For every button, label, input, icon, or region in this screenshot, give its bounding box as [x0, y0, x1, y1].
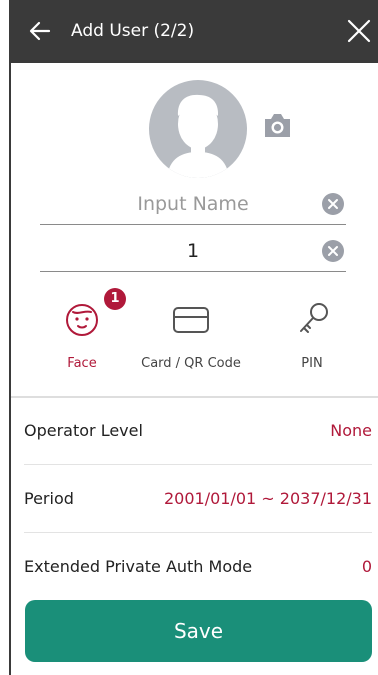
setting-row-period[interactable]: Period 2001/01/01 ~ 2037/12/31 [24, 465, 372, 533]
setting-label: Operator Level [24, 421, 143, 440]
window-frame-edge [9, 0, 11, 675]
user-avatar-icon[interactable] [149, 80, 247, 178]
close-icon [347, 19, 371, 43]
card-icon [173, 307, 209, 333]
setting-label: Period [24, 489, 74, 508]
close-button[interactable] [346, 18, 372, 44]
auth-method-label: PIN [301, 356, 323, 371]
page-title: Add User (2/2) [71, 21, 195, 41]
back-button[interactable] [28, 19, 52, 43]
auth-method-label: Face [67, 356, 97, 371]
face-icon [66, 304, 98, 336]
header-bar: Add User (2/2) [11, 0, 378, 63]
setting-label: Extended Private Auth Mode [24, 557, 253, 576]
name-input-placeholder[interactable]: Input Name [80, 184, 306, 224]
arrow-left-icon [29, 21, 51, 41]
id-field[interactable]: 1 [40, 231, 346, 272]
camera-button[interactable] [262, 112, 293, 139]
save-button[interactable]: Save [25, 600, 372, 662]
clear-name-button[interactable] [322, 193, 344, 215]
face-count-badge: 1 [104, 288, 126, 310]
camera-icon [265, 114, 290, 137]
auth-method-card[interactable]: Card / QR Code [133, 286, 249, 386]
auth-method-label: Card / QR Code [141, 356, 241, 371]
name-field[interactable]: Input Name [40, 184, 346, 225]
auth-method-pin[interactable]: PIN [254, 286, 370, 386]
setting-value: 0 [361, 557, 372, 576]
clear-icon [328, 246, 338, 256]
setting-row-operator-level[interactable]: Operator Level None [24, 397, 372, 465]
setting-value: 2001/01/01 ~ 2037/12/31 [163, 489, 372, 508]
setting-row-extended-private-auth-mode[interactable]: Extended Private Auth Mode 0 [24, 533, 372, 601]
clear-id-button[interactable] [322, 240, 344, 262]
key-icon [300, 303, 328, 333]
setting-value: None [330, 421, 372, 440]
clear-icon [328, 199, 338, 209]
id-input[interactable]: 1 [80, 231, 306, 271]
